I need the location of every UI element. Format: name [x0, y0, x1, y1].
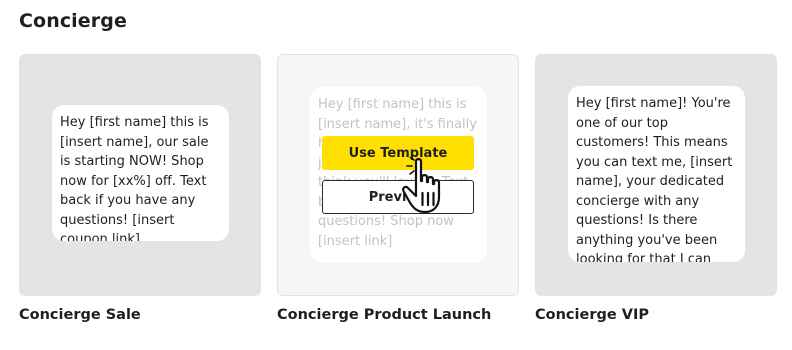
message-bubble: Hey [first name]! You're one of our top …	[568, 86, 745, 262]
template-preview-tile[interactable]: Hey [first name] this is [insert name], …	[277, 54, 519, 296]
template-preview-tile[interactable]: Hey [first name] this is [insert name], …	[19, 54, 261, 296]
template-card-concierge-vip[interactable]: Hey [first name]! You're one of our top …	[535, 54, 777, 323]
template-preview-tile[interactable]: Hey [first name]! You're one of our top …	[535, 54, 777, 296]
template-name[interactable]: Concierge Sale	[19, 307, 141, 323]
template-card-concierge-product-launch[interactable]: Hey [first name] this is [insert name], …	[277, 54, 519, 323]
template-name[interactable]: Concierge Product Launch	[277, 307, 491, 323]
message-bubble: Hey [first name] this is [insert name], …	[310, 87, 487, 263]
template-name[interactable]: Concierge VIP	[535, 307, 649, 323]
message-bubble: Hey [first name] this is [insert name], …	[52, 105, 229, 241]
section-title: Concierge	[19, 10, 127, 32]
template-card-concierge-sale[interactable]: Hey [first name] this is [insert name], …	[19, 54, 261, 323]
hand-pointer-icon	[402, 157, 441, 214]
